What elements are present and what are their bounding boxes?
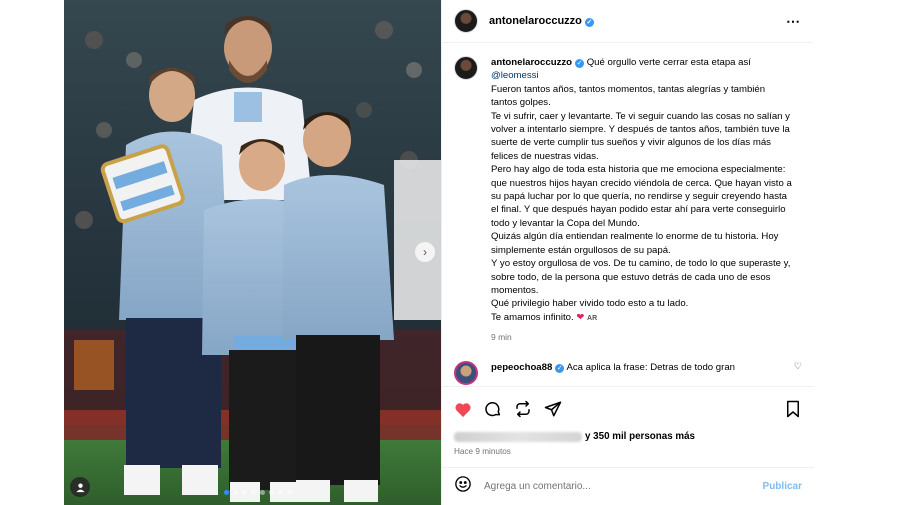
mention-link[interactable]: @leomessi xyxy=(491,69,793,82)
next-slide-button[interactable]: › xyxy=(415,242,435,262)
carousel-dots xyxy=(224,490,292,495)
caption-author-name[interactable]: antonelaroccuzzo xyxy=(491,57,572,68)
caption-first-line: Qué orgullo verte cerrar esta etapa así xyxy=(586,57,751,68)
caption-paragraph: Y yo estoy orgullosa de vos. De tu camin… xyxy=(491,258,791,296)
liked-by-blurred xyxy=(454,431,582,442)
caption-closing: Te amamos infinito. xyxy=(491,311,574,323)
likes-summary[interactable]: y 350 mil personas más xyxy=(454,431,802,442)
caption-time: 9 min xyxy=(491,332,512,343)
carousel-dot xyxy=(269,490,274,495)
share-icon[interactable] xyxy=(544,400,562,418)
like-comment-icon[interactable]: ♡ xyxy=(794,361,802,372)
commenter-avatar[interactable] xyxy=(454,360,478,385)
repost-icon[interactable] xyxy=(514,400,532,418)
comment-icon[interactable] xyxy=(484,400,502,418)
author-name[interactable]: antonelaroccuzzo ✓ xyxy=(489,15,594,27)
publish-button[interactable]: Publicar xyxy=(763,481,802,492)
verified-badge-icon: ✓ xyxy=(555,363,565,373)
comment-item: pepeochoa88 ✓ Aca aplica la frase: Detras… xyxy=(454,360,802,385)
caption-author-avatar[interactable] xyxy=(454,56,478,80)
flag-emoji: AR xyxy=(587,314,598,322)
red-heart-emoji: ❤ xyxy=(576,311,585,323)
verified-badge-icon: ✓ xyxy=(575,59,585,68)
comment-text: Aca aplica la frase: Detras de todo gran xyxy=(566,361,735,373)
caption-paragraph: Quizás algún día entiendan realmente lo … xyxy=(491,231,779,256)
comment-input[interactable] xyxy=(484,481,734,492)
caption-paragraph: Qué privilegio haber vivido todo esto a … xyxy=(491,298,689,310)
caption-paragraph: Fueron tantos años, tantos momentos, tan… xyxy=(491,83,766,109)
post-photo[interactable]: › xyxy=(64,0,441,505)
carousel-dot xyxy=(287,490,292,495)
post-dialog: › antonelaroccuzzo ✓ ⋯ antonelaroccuzzo ✓ … xyxy=(64,0,814,505)
bookmark-icon[interactable] xyxy=(784,400,802,418)
author-avatar[interactable] xyxy=(454,9,478,33)
carousel-dot xyxy=(224,490,229,495)
emoji-icon[interactable] xyxy=(454,475,472,498)
action-bar: y 350 mil personas más Hace 9 minutos xyxy=(442,386,814,466)
caption-body: antonelaroccuzzo ✓ Qué orgullo verte cerr… xyxy=(491,56,793,345)
post-side-panel: antonelaroccuzzo ✓ ⋯ antonelaroccuzzo ✓ Qu… xyxy=(441,0,814,505)
tagged-users-button[interactable] xyxy=(70,477,90,497)
add-comment-bar: Publicar xyxy=(442,467,814,505)
carousel-dot xyxy=(242,490,247,495)
carousel-dot xyxy=(278,490,283,495)
caption: antonelaroccuzzo ✓ Qué orgullo verte cerr… xyxy=(454,56,802,345)
carousel-dot xyxy=(260,490,265,495)
user-icon xyxy=(75,482,85,492)
author-name-text[interactable]: antonelaroccuzzo xyxy=(489,15,582,27)
carousel-dot xyxy=(251,490,256,495)
post-timestamp: Hace 9 minutos xyxy=(454,447,511,456)
verified-badge-icon: ✓ xyxy=(584,18,594,27)
photo-image xyxy=(64,0,441,505)
commenter-name[interactable]: pepeochoa88 xyxy=(491,362,552,373)
comment-body: pepeochoa88 ✓ Aca aplica la frase: Detras… xyxy=(491,361,781,374)
more-options-icon[interactable]: ⋯ xyxy=(786,13,801,30)
comments-list[interactable]: antonelaroccuzzo ✓ Qué orgullo verte cerr… xyxy=(442,44,814,386)
caption-paragraph: Pero hay algo de toda esta historia que … xyxy=(491,164,792,229)
caption-paragraph: Te vi sufrir, caer y levantarte. Te vi s… xyxy=(491,110,790,162)
post-header: antonelaroccuzzo ✓ ⋯ xyxy=(442,0,813,43)
carousel-dot xyxy=(233,490,238,495)
heart-icon[interactable] xyxy=(454,400,472,418)
likes-count: y 350 mil personas más xyxy=(585,431,696,442)
